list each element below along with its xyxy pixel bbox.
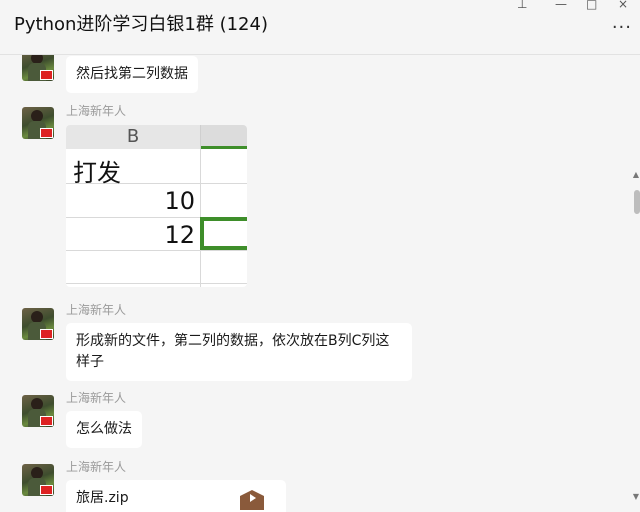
chat-title: Python进阶学习白银1群 (124) (14, 14, 268, 35)
file-message-bubble[interactable]: 旅居.zip (66, 480, 286, 512)
scroll-up-icon[interactable]: ▲ (633, 170, 639, 179)
avatar[interactable] (22, 308, 54, 340)
message-bubble[interactable]: 然后找第二列数据 (66, 56, 198, 93)
message-text: 然后找第二列数据 (76, 66, 188, 82)
sender-name: 上海新年人 (66, 391, 127, 405)
column-header: B (66, 125, 201, 149)
spreadsheet-image[interactable]: B 打发 10 12 (66, 125, 247, 287)
minimize-button[interactable]: — (555, 0, 567, 11)
scrollbar[interactable] (632, 55, 640, 512)
message-text-line: 形成新的文件，第二列的数据，依次放在B列C列这 (76, 333, 390, 349)
message-text-line: 样子 (76, 354, 104, 370)
sender-name: 上海新年人 (66, 303, 127, 317)
avatar[interactable] (22, 55, 54, 81)
chat-message-list[interactable]: 然后找第二列数据 上海新年人 B 打发 10 12 上海新年人 形成新的文件，第… (0, 55, 632, 512)
message-bubble[interactable]: 形成新的文件，第二列的数据，依次放在B列C列这 样子 (66, 323, 412, 381)
scroll-down-icon[interactable]: ▼ (633, 492, 639, 501)
zip-file-icon (240, 490, 264, 510)
sender-name: 上海新年人 (66, 460, 127, 474)
sender-name: 上海新年人 (66, 104, 127, 118)
scrollbar-thumb[interactable] (634, 190, 640, 214)
pin-icon[interactable]: ⊥ (517, 0, 527, 11)
maximize-button[interactable]: □ (586, 0, 597, 11)
avatar[interactable] (22, 395, 54, 427)
cell-b3: 12 (164, 221, 195, 249)
file-name: 旅居.zip (76, 490, 129, 506)
close-button[interactable]: × (618, 0, 628, 11)
avatar[interactable] (22, 464, 54, 496)
avatar[interactable] (22, 107, 54, 139)
message-text: 怎么做法 (76, 421, 132, 437)
more-options-button[interactable]: ··· (612, 19, 632, 37)
cell-b2: 10 (164, 187, 195, 215)
cell-b1: 打发 (73, 159, 121, 187)
selected-cell (200, 217, 247, 250)
title-bar: Python进阶学习白银1群 (124) ⊥ — □ × ··· (0, 0, 640, 55)
message-bubble[interactable]: 怎么做法 (66, 411, 142, 448)
column-header-selected (201, 125, 247, 149)
